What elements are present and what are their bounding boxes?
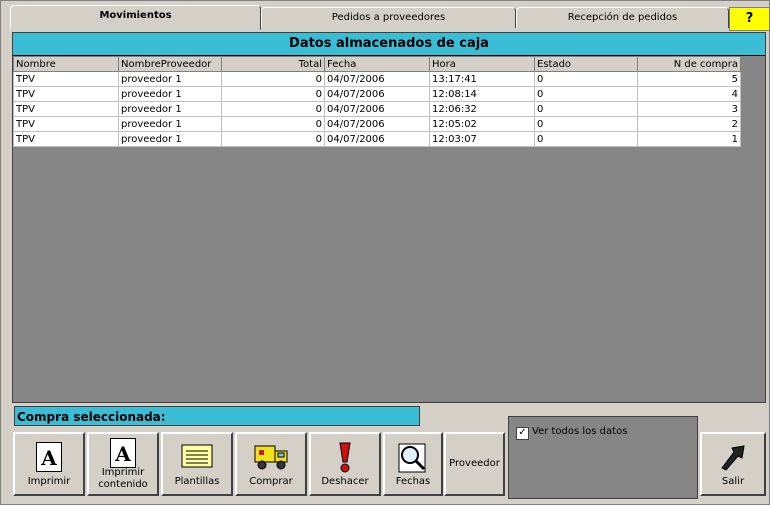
- cell-fecha: 04/07/2006: [324, 101, 430, 117]
- column-header[interactable]: Nombre: [13, 56, 119, 72]
- cell-estado: 0: [534, 86, 638, 102]
- cell-estado: 0: [534, 101, 638, 117]
- cell-proveedor: proveedor 1: [118, 116, 222, 132]
- cell-total: 0: [221, 116, 325, 132]
- tab-pedidos-proveedores[interactable]: Pedidos a proveedores: [261, 7, 516, 28]
- deshacer-button[interactable]: Deshacer: [309, 432, 381, 496]
- plantillas-label: Plantillas: [174, 476, 220, 487]
- grid-title: Datos almacenados de caja: [13, 33, 765, 56]
- cell-hora: 12:03:07: [429, 131, 535, 147]
- options-panel: ✓ Ver todos los datos: [508, 416, 698, 499]
- cell-hora: 13:17:41: [429, 71, 535, 87]
- magnifier-icon: [397, 442, 429, 477]
- document-icon: A: [110, 438, 136, 468]
- document-icon: A: [36, 442, 62, 472]
- cell-n-compra: 1: [637, 131, 741, 147]
- cell-nombre: TPV: [13, 86, 119, 102]
- cell-proveedor: proveedor 1: [118, 101, 222, 117]
- ver-todos-label: Ver todos los datos: [532, 426, 628, 437]
- comprar-label: Comprar: [249, 476, 293, 487]
- cell-fecha: 04/07/2006: [324, 71, 430, 87]
- plantillas-button[interactable]: Plantillas: [161, 432, 233, 496]
- selected-purchase-bar: Compra seleccionada:: [14, 406, 420, 426]
- comprar-button[interactable]: Comprar: [235, 432, 307, 496]
- cell-proveedor: proveedor 1: [118, 86, 222, 102]
- imprimir-button[interactable]: A Imprimir: [13, 432, 85, 496]
- fechas-label: Fechas: [395, 476, 431, 487]
- cell-fecha: 04/07/2006: [324, 131, 430, 147]
- salir-button[interactable]: Salir: [700, 432, 766, 496]
- cell-total: 0: [221, 71, 325, 87]
- table-row[interactable]: TPV proveedor 1 0 04/07/2006 13:17:41 0 …: [13, 71, 741, 87]
- table-row[interactable]: TPV proveedor 1 0 04/07/2006 12:05:02 0 …: [13, 116, 741, 132]
- cell-hora: 12:05:02: [429, 116, 535, 132]
- column-header[interactable]: Estado: [534, 56, 638, 72]
- template-icon: [181, 442, 213, 473]
- cell-n-compra: 2: [637, 116, 741, 132]
- cell-total: 0: [221, 86, 325, 102]
- cell-nombre: TPV: [13, 131, 119, 147]
- proveedor-button[interactable]: Proveedor: [444, 432, 505, 496]
- cell-total: 0: [221, 131, 325, 147]
- cell-hora: 12:06:32: [429, 101, 535, 117]
- table-row[interactable]: TPV proveedor 1 0 04/07/2006 12:03:07 0 …: [13, 131, 741, 147]
- cell-proveedor: proveedor 1: [118, 131, 222, 147]
- column-header[interactable]: Hora: [429, 56, 535, 72]
- cell-hora: 12:08:14: [429, 86, 535, 102]
- fechas-button[interactable]: Fechas: [383, 432, 443, 496]
- cell-nombre: TPV: [13, 116, 119, 132]
- cell-fecha: 04/07/2006: [324, 86, 430, 102]
- cell-estado: 0: [534, 71, 638, 87]
- cell-nombre: TPV: [13, 71, 119, 87]
- cell-nombre: TPV: [13, 101, 119, 117]
- table-row[interactable]: TPV proveedor 1 0 04/07/2006 12:06:32 0 …: [13, 101, 741, 117]
- cell-fecha: 04/07/2006: [324, 116, 430, 132]
- exit-icon: [718, 442, 748, 475]
- tab-movimientos[interactable]: Movimientos: [10, 5, 261, 30]
- cell-estado: 0: [534, 131, 638, 147]
- column-header[interactable]: Fecha: [324, 56, 430, 72]
- deshacer-label: Deshacer: [321, 476, 369, 487]
- cell-total: 0: [221, 101, 325, 117]
- cell-estado: 0: [534, 116, 638, 132]
- table-row[interactable]: TPV proveedor 1 0 04/07/2006 12:08:14 0 …: [13, 86, 741, 102]
- imprimir-label: Imprimir: [27, 476, 71, 487]
- cell-n-compra: 5: [637, 71, 741, 87]
- column-header[interactable]: N de compra: [637, 56, 741, 72]
- data-panel: Datos almacenados de caja Nombre NombreP…: [12, 32, 766, 403]
- cell-n-compra: 4: [637, 86, 741, 102]
- salir-label: Salir: [721, 476, 745, 487]
- exclamation-icon: [335, 442, 355, 477]
- table-header-row: Nombre NombreProveedor Total Fecha Hora …: [13, 56, 741, 72]
- column-header[interactable]: NombreProveedor: [118, 56, 222, 72]
- column-header[interactable]: Total: [221, 56, 325, 72]
- proveedor-label: Proveedor: [449, 458, 500, 469]
- purchases-table[interactable]: Nombre NombreProveedor Total Fecha Hora …: [13, 56, 741, 147]
- ver-todos-checkbox[interactable]: ✓: [516, 427, 529, 440]
- tab-recepcion-pedidos[interactable]: Recepción de pedidos: [516, 7, 729, 28]
- cell-proveedor: proveedor 1: [118, 71, 222, 87]
- help-button[interactable]: ?: [729, 7, 770, 31]
- truck-icon: [253, 442, 289, 475]
- cell-n-compra: 3: [637, 101, 741, 117]
- imprimir-contenido-label: Imprimir contenido: [98, 467, 148, 490]
- imprimir-contenido-button[interactable]: A Imprimir contenido: [87, 432, 159, 496]
